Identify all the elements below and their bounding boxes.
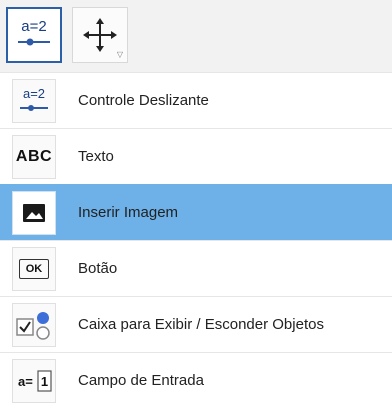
dropdown-indicator-icon: ▽ bbox=[116, 50, 123, 59]
menu-item-label: Inserir Imagem bbox=[78, 204, 179, 221]
image-icon bbox=[12, 191, 56, 235]
slider-icon: a=2 bbox=[12, 79, 56, 123]
menu-item-label: Caixa para Exibir / Esconder Objetos bbox=[78, 316, 324, 333]
input-box-icon: a= 1 bbox=[12, 359, 56, 403]
menu-item-button[interactable]: OK Botão bbox=[0, 240, 392, 296]
svg-text:a=: a= bbox=[18, 374, 33, 389]
menu-item-text[interactable]: ABC Texto bbox=[0, 128, 392, 184]
svg-text:a=2: a=2 bbox=[23, 86, 45, 101]
svg-text:1: 1 bbox=[41, 374, 48, 389]
menu-item-label: Texto bbox=[78, 148, 114, 165]
move-graphics-view-button[interactable]: ▽ bbox=[72, 7, 128, 63]
checkbox-icon bbox=[12, 303, 56, 347]
menu-item-insert-image[interactable]: Inserir Imagem bbox=[0, 184, 392, 240]
tool-menu: a=2 Controle Deslizante ABC Texto Inseri… bbox=[0, 72, 392, 412]
text-icon: ABC bbox=[12, 135, 56, 179]
toolbar: a=2 ▽ bbox=[0, 0, 392, 72]
svg-text:a=2: a=2 bbox=[21, 18, 46, 35]
button-icon: OK bbox=[12, 247, 56, 291]
menu-item-slider[interactable]: a=2 Controle Deslizante bbox=[0, 72, 392, 128]
slider-icon: a=2 bbox=[18, 18, 50, 46]
menu-item-label: Botão bbox=[78, 260, 118, 277]
menu-item-input-box[interactable]: a= 1 Campo de Entrada bbox=[0, 352, 392, 408]
menu-item-label: Campo de Entrada bbox=[78, 372, 204, 389]
slider-tool-button[interactable]: a=2 bbox=[6, 7, 62, 63]
menu-item-checkbox[interactable]: Caixa para Exibir / Esconder Objetos bbox=[0, 296, 392, 352]
menu-item-label: Controle Deslizante bbox=[78, 92, 209, 109]
